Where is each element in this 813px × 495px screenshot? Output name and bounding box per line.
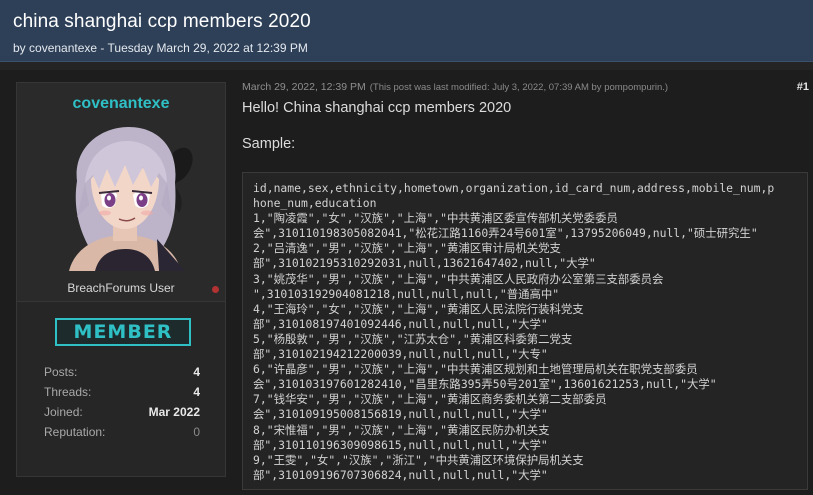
code-line: 5,"杨殷敦","男","汉族","江苏太仓","黄浦区科委第二党支 [253, 331, 573, 346]
author-stats-card: MEMBER Posts: 4 Threads: 4 Joined: Mar 2… [16, 302, 226, 477]
code-line: 8,"宋惟福","男","汉族","上海","黄浦区民防办机关支 [253, 422, 550, 437]
thread-byline: by covenantexe - Tuesday March 29, 2022 … [13, 41, 308, 55]
stat-label: Reputation: [44, 425, 106, 439]
stat-posts: Posts: 4 [44, 365, 200, 381]
stat-joined: Joined: Mar 2022 [44, 405, 200, 421]
stat-label: Threads: [44, 385, 92, 399]
code-line: id,name,sex,ethnicity,hometown,organizat… [253, 181, 775, 195]
code-line: 7,"钱华安","男","汉族","上海","黄浦区商务委机关第二支部委员 [253, 392, 607, 407]
thread-header: china shanghai ccp members 2020 by coven… [0, 0, 813, 62]
byline-date: - Tuesday March 29, 2022 at 12:39 PM [97, 41, 308, 55]
code-line: hone_num,education [253, 196, 377, 211]
stat-value[interactable]: 0 [193, 425, 200, 439]
code-line: 部",310109196707306824,null,null,null,"大学… [253, 467, 548, 482]
code-line: 9,"王雯","女","汉族","浙江","中共黄浦区环境保护局机关支 [253, 452, 584, 467]
code-line: 2,"吕清逸","男","汉族","上海","黄浦区审计局机关党支 [253, 241, 561, 256]
status-dot-icon [212, 286, 219, 293]
author-username-link[interactable]: covenantexe [17, 95, 225, 113]
edited-note: (This post was last modified: July 3, 20… [369, 82, 669, 93]
code-line: 部",310108197401092446,null,null,null,"大学… [253, 316, 548, 331]
post-meta: March 29, 2022, 12:39 PM (This post was l… [242, 81, 668, 93]
code-line: ",310103192904081218,null,null,null,"普通高… [253, 286, 560, 301]
code-line: 会",310110198305082041,"松花江路1160弄24号601室"… [253, 226, 758, 241]
post-number-link[interactable]: #1 [797, 81, 809, 93]
stat-value[interactable]: 4 [193, 365, 200, 379]
post-greeting: Hello! China shanghai ccp members 2020 [242, 100, 512, 116]
stat-value[interactable]: 4 [193, 385, 200, 399]
code-line: 6,"许晶彦","男","汉族","上海","中共黄浦区规划和土地管理局机关在职… [253, 362, 698, 377]
code-line: 部",310102195310292031,null,13621647402,n… [253, 256, 596, 271]
header-separator [0, 62, 813, 70]
code-line: 3,"姚茂华","男","汉族","上海","中共黄浦区人民政府办公室第三支部委… [253, 271, 664, 286]
code-line: 会",310109195008156819,null,null,null,"大学… [253, 407, 548, 422]
post-sample-label: Sample: [242, 136, 296, 152]
post-date: March 29, 2022, 12:39 PM [242, 81, 366, 93]
member-badge: MEMBER [55, 318, 191, 346]
author-card: covenantexe BreachForums User [16, 82, 226, 302]
avatar[interactable] [55, 121, 195, 271]
byline-prefix: by [13, 41, 30, 55]
code-line: 4,"王海玲","女","汉族","上海","黄浦区人民法院行装科党支 [253, 301, 584, 316]
code-block[interactable]: id,name,sex,ethnicity,hometown,organizat… [242, 172, 808, 490]
stat-threads: Threads: 4 [44, 385, 200, 401]
stat-value: Mar 2022 [148, 405, 200, 419]
code-line: 1,"陶凌霞","女","汉族","上海","中共黄浦区委宣传部机关党委委员 [253, 211, 618, 226]
code-line: 会",310103197601282410,"昌里东路395弄50号201室",… [253, 377, 717, 392]
stat-reputation: Reputation: 0 [44, 425, 200, 441]
byline-author-link[interactable]: covenantexe [29, 41, 97, 55]
anime-girl-avatar-icon [69, 127, 193, 271]
code-line: 部",310102194212200039,null,null,null,"大专… [253, 347, 548, 362]
thread-title: china shanghai ccp members 2020 [13, 11, 311, 32]
user-group-label: BreachForums User [67, 281, 175, 295]
code-line: 部",310110196309098615,null,null,null,"大学… [253, 437, 548, 452]
stat-label: Joined: [44, 405, 83, 419]
stat-label: Posts: [44, 365, 78, 379]
